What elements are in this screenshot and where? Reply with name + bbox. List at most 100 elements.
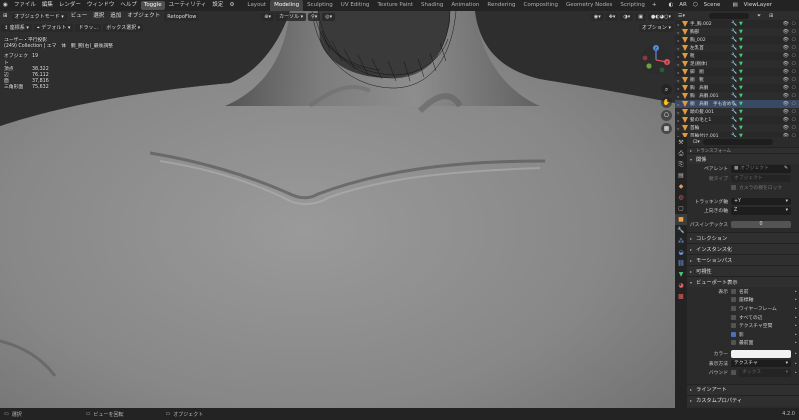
eye-icon[interactable]: 👁 <box>783 53 789 59</box>
retopoflow-button[interactable]: RetopoFlow <box>164 12 200 21</box>
shading-modes-icon[interactable]: ●◐◕○▾ <box>648 12 674 21</box>
outliner-row[interactable]: ▸ 胸_002 🔧 ▼ 👁 ⎔ <box>675 36 799 44</box>
mesh-data-icon[interactable]: ▼ <box>739 53 743 59</box>
modifier-icon[interactable]: 🔧 <box>731 85 737 91</box>
eye-icon[interactable]: 👁 <box>783 21 789 27</box>
modifier-tab-icon[interactable]: 🔧 <box>675 225 687 236</box>
modifier-icon[interactable]: 🔧 <box>731 109 737 115</box>
viewlayer-selector[interactable]: ViewLayer <box>741 0 775 11</box>
menu-render[interactable]: レンダー <box>56 0 84 11</box>
modifier-icon[interactable]: 🔧 <box>731 37 737 43</box>
object-tab-icon[interactable]: ■ <box>675 214 687 225</box>
outliner-editor-icon[interactable]: ☰▾ <box>678 13 685 19</box>
mesh-data-icon[interactable]: ▼ <box>739 37 743 43</box>
eye-icon[interactable]: 👁 <box>783 77 789 83</box>
grid-view-icon[interactable]: ▦ <box>661 123 672 134</box>
tool-tab-icon[interactable]: ⚒ <box>675 137 687 148</box>
camera-icon[interactable]: ⎔ <box>792 101 796 107</box>
menu-select[interactable]: 選択 <box>90 11 107 22</box>
outliner-row[interactable]: ▸ 髪の毛と1 🔧 ▼ 👁 ⎔ <box>675 116 799 124</box>
navigation-gizmo[interactable]: Z X <box>640 44 672 76</box>
material-tab-icon[interactable]: ◕ <box>675 280 687 291</box>
expand-arrow-icon[interactable]: ▸ <box>675 110 682 115</box>
mesh-data-icon[interactable]: ▼ <box>739 101 743 107</box>
editor-type-icon[interactable]: ⊞ <box>0 11 11 22</box>
section-custom-properties[interactable]: ▸ カスタムプロパティ <box>687 394 799 406</box>
xray-toggle-icon[interactable]: ▣ <box>635 12 647 21</box>
eyedropper-icon[interactable]: ✎ <box>784 165 788 173</box>
expand-arrow-icon[interactable]: ▸ <box>675 70 682 75</box>
bounds-checkbox[interactable] <box>731 370 736 376</box>
eye-icon[interactable]: 👁 <box>783 45 789 51</box>
mesh-data-icon[interactable]: ▼ <box>739 93 743 99</box>
tracking-axis-dropdown[interactable]: +Y ▾ <box>731 197 791 205</box>
expand-arrow-icon[interactable]: ▸ <box>675 86 682 91</box>
menu-object[interactable]: オブジェクト <box>124 11 163 22</box>
workspace-tab-texture-paint[interactable]: Texture Paint <box>374 0 418 11</box>
constraints-tab-icon[interactable]: ⛓ <box>675 258 687 269</box>
modifier-icon[interactable]: 🔧 <box>731 101 737 107</box>
mesh-data-icon[interactable]: ▼ <box>739 109 743 115</box>
output-tab-icon[interactable]: ⎘ <box>675 159 687 170</box>
orientation-chip[interactable]: ↕ 座標系 ▾ <box>1 23 32 32</box>
outliner-row[interactable]: ▸ 首輪 🔧 ▼ 👁 ⎔ <box>675 124 799 132</box>
toggle-button[interactable]: Toggle <box>140 1 165 10</box>
modifier-icon[interactable]: 🔧 <box>731 93 737 99</box>
workspace-tab-modeling[interactable]: Modeling <box>270 0 304 11</box>
parent-type-dropdown[interactable]: オブジェクト <box>731 174 791 182</box>
workspace-tab-layout[interactable]: Layout <box>243 0 270 11</box>
eye-icon[interactable]: 👁 <box>783 37 789 43</box>
outliner-row[interactable]: ▸ 胴 靴 🔧 ▼ 👁 ⎔ <box>675 76 799 84</box>
expand-arrow-icon[interactable]: ▸ <box>675 118 682 123</box>
camera-icon[interactable]: ⎔ <box>792 125 796 131</box>
mesh-data-icon[interactable]: ▼ <box>739 69 743 75</box>
workspace-tab-rendering[interactable]: Rendering <box>483 0 519 11</box>
outliner-row[interactable]: ▸ 足(胴体) 🔧 ▼ 👁 ⎔ <box>675 60 799 68</box>
outliner-row[interactable]: ▸ 頭の髪.001 🔧 ▼ 👁 ⎔ <box>675 108 799 116</box>
section-viewport-display[interactable]: ▾ ビューポート表示 <box>687 276 799 287</box>
camera-lock-checkbox[interactable] <box>731 185 736 191</box>
gear-icon[interactable]: ⚙ <box>226 0 237 11</box>
eye-icon[interactable]: 👁 <box>783 69 789 75</box>
utility-menu[interactable]: ユーティリティ <box>166 0 210 11</box>
options-dropdown[interactable]: オプション ▾ <box>638 23 674 32</box>
outliner-row[interactable]: ▸ 胴 肩胴 手も含める 🔧 ▼ 👁 ⎔ <box>675 100 799 108</box>
bounds-dropdown[interactable]: ボックス ▾ <box>739 369 791 377</box>
display-as-dropdown[interactable]: テクスチャ ▾ <box>731 359 791 368</box>
modifier-icon[interactable]: 🔧 <box>731 77 737 83</box>
expand-arrow-icon[interactable]: ▸ <box>675 62 682 67</box>
camera-icon[interactable]: ⎔ <box>792 61 796 67</box>
mesh-data-icon[interactable]: ▼ <box>739 61 743 67</box>
new-collection-icon[interactable]: ⊞ <box>769 13 773 19</box>
collection-tab-icon[interactable]: ▢ <box>675 203 687 214</box>
add-workspace-icon[interactable]: + <box>649 0 660 11</box>
render-tab-icon[interactable]: ⎙ <box>675 148 687 159</box>
eye-icon[interactable]: 👁 <box>783 85 789 91</box>
display-option-checkbox[interactable] <box>731 340 736 346</box>
mesh-data-icon[interactable]: ▼ <box>739 85 743 91</box>
visibility-icon[interactable]: ◉▾ <box>590 12 604 21</box>
particles-tab-icon[interactable]: ⁂ <box>675 236 687 247</box>
eye-icon[interactable]: 👁 <box>783 117 789 123</box>
modifier-icon[interactable]: 🔧 <box>731 53 737 59</box>
mesh-data-icon[interactable]: ▼ <box>739 77 743 83</box>
drag-select-chip[interactable]: ドラッ... <box>75 23 102 32</box>
mesh-data-icon[interactable]: ▼ <box>739 45 743 51</box>
modifier-icon[interactable]: 🔧 <box>731 29 737 35</box>
filter-icon[interactable]: ⏷ <box>757 13 761 19</box>
pass-index-field[interactable]: 0 <box>731 220 791 228</box>
camera-icon[interactable]: ⎔ <box>792 21 796 27</box>
scene-tab-icon[interactable]: ◆ <box>675 181 687 192</box>
expand-arrow-icon[interactable]: ▸ <box>675 102 682 107</box>
section-motion-paths[interactable]: ▸ モーションパス <box>687 254 799 265</box>
expand-arrow-icon[interactable]: ▸ <box>675 94 682 99</box>
menu-window[interactable]: ウィンドウ <box>84 0 118 11</box>
menu-edit[interactable]: 編集 <box>39 0 56 11</box>
camera-view-icon[interactable]: ⎔ <box>661 110 672 121</box>
display-option-checkbox[interactable] <box>731 314 736 320</box>
camera-icon[interactable]: ⎔ <box>792 93 796 99</box>
transform-orientation-dropdown[interactable]: カーソル ▾ <box>276 12 307 21</box>
gizmo-toggle-icon[interactable]: ✥▾ <box>605 12 619 21</box>
camera-icon[interactable]: ⎔ <box>792 85 796 91</box>
outliner-row[interactable]: ▸ 左乳首 🔧 ▼ 👁 ⎔ <box>675 44 799 52</box>
